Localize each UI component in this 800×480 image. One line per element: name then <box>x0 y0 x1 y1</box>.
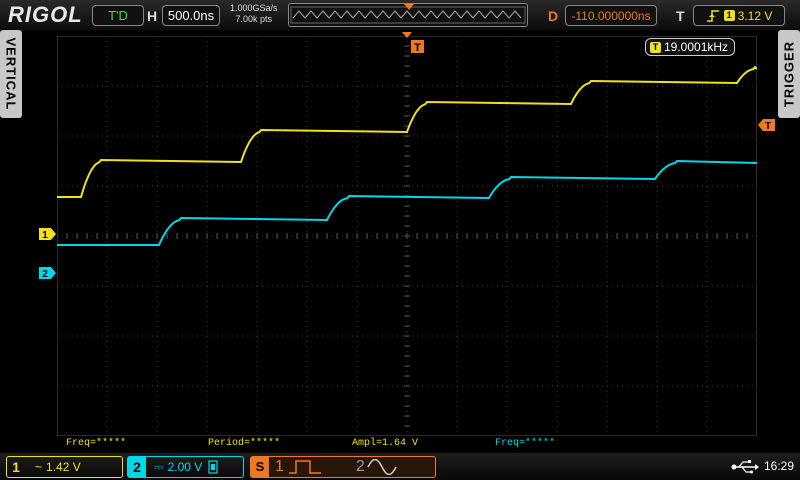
trigger-tab[interactable]: TRIGGER <box>778 30 800 118</box>
trigger-label: T <box>676 8 685 24</box>
channel-2-scale: 2.00 V <box>167 460 203 474</box>
channel-1-scale: 1.42 V <box>46 460 81 474</box>
brand-logo: RIGOL <box>8 2 83 27</box>
run-status-badge[interactable]: T'D <box>92 5 144 26</box>
timebase-display[interactable]: 500.0ns <box>162 5 220 26</box>
channel-1-setting[interactable]: 1 ~ 1.42 V <box>6 456 123 478</box>
memory-depth: 7.00k pts <box>235 14 273 24</box>
channel-2-setting[interactable]: 2 ⎓ 2.00 V <box>127 456 244 478</box>
trigger-level: 3.12 V <box>737 8 773 23</box>
ac-coupling-icon: ~ <box>35 460 43 474</box>
measurement-ampl-ch1[interactable]: Ampl=1.64 V <box>352 438 418 449</box>
measurement-freq-ch1[interactable]: Freq=***** <box>66 438 126 449</box>
delay-label: D <box>548 8 559 24</box>
square-wave-icon <box>288 460 321 474</box>
channel-1-number: 1 <box>12 459 20 475</box>
trigger-tab-label: TRIGGER <box>781 40 797 108</box>
vertical-tab-label: VERTICAL <box>3 37 19 111</box>
channel-2-marker-label: 2 <box>42 269 48 279</box>
sample-rate: 1.000GSa/s <box>230 3 278 13</box>
source-2-number: 2 <box>355 458 365 475</box>
vertical-tab[interactable]: VERTICAL <box>0 30 22 118</box>
source-label: S <box>251 457 269 477</box>
trigger-settings[interactable]: 1 3.12 V <box>693 5 785 26</box>
waveform-display[interactable] <box>57 36 757 436</box>
counter-badge: T <box>650 41 661 53</box>
trigger-source-badge: 1 <box>723 10 735 21</box>
frequency-counter[interactable]: T 19.0001kHz <box>645 38 735 56</box>
delay-display[interactable]: -110.000000ns <box>565 5 657 26</box>
rising-edge-icon <box>706 9 719 22</box>
sine-wave-icon <box>367 459 397 475</box>
source-1-number: 1 <box>275 458 284 475</box>
measurement-freq-ch2[interactable]: Freq=***** <box>495 438 555 449</box>
channel-2-number: 2 <box>128 457 146 477</box>
trigger-position-marker[interactable]: T <box>400 30 430 56</box>
trigger-level-marker[interactable]: T <box>758 118 776 132</box>
source-panel[interactable]: S 1 2 <box>250 456 436 478</box>
dc-coupling-icon: ⎓ <box>154 459 164 474</box>
probe-icon <box>208 460 218 474</box>
channel-1-offset-marker[interactable]: 1 <box>39 228 57 240</box>
counter-value: 19.0001kHz <box>664 40 729 54</box>
acquisition-info: 1.000GSa/s 7.00k pts <box>230 3 278 25</box>
trigger-level-label: T <box>765 121 771 132</box>
trigger-position-label: T <box>414 42 421 54</box>
memory-waveform-icon <box>290 4 526 24</box>
usb-icon <box>731 460 759 474</box>
channel-2-offset-marker[interactable]: 2 <box>39 267 57 279</box>
measurement-period-ch1[interactable]: Period=***** <box>208 438 280 449</box>
memory-overview-bar[interactable] <box>288 3 528 27</box>
channel-1-marker-label: 1 <box>42 230 48 240</box>
horizontal-label: H <box>147 8 158 24</box>
clock: 16:29 <box>764 459 795 473</box>
